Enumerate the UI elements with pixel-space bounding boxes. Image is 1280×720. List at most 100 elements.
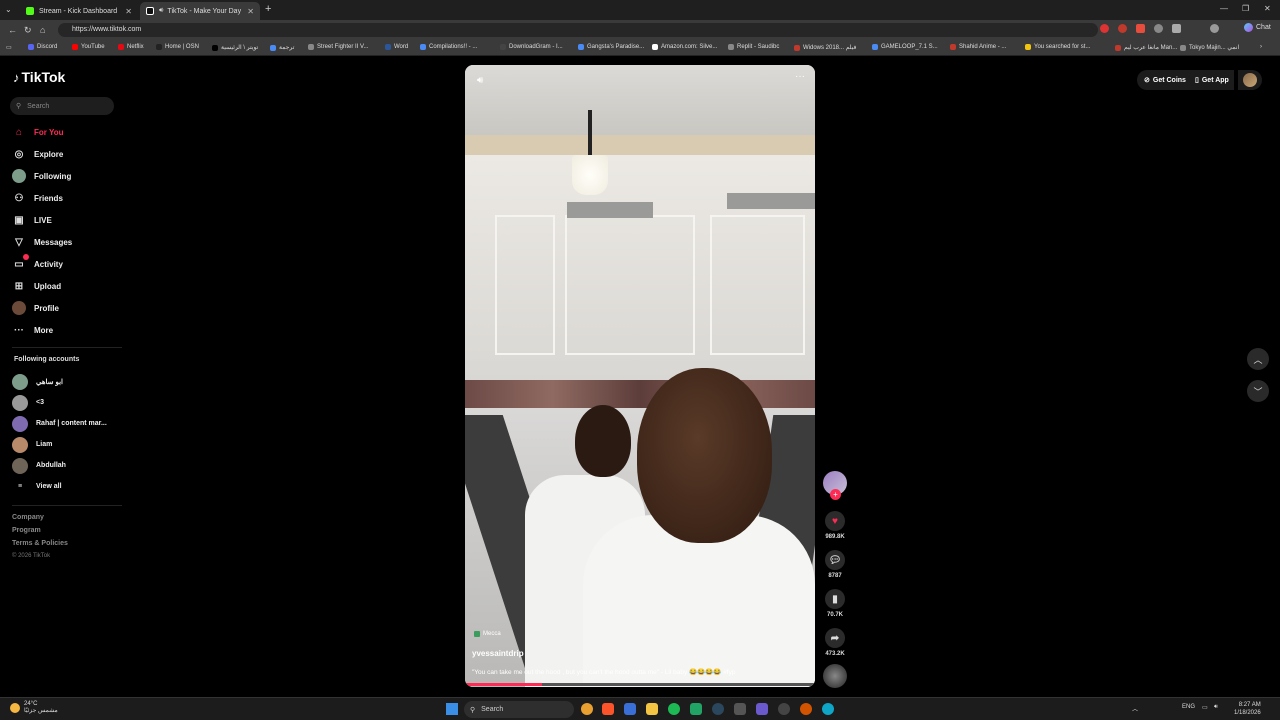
tiktok-logo[interactable]: ♪ TikTok [13, 69, 65, 85]
sidebar-item-profile[interactable]: Profile [12, 297, 112, 319]
sidebar-item-messages[interactable]: ▽ Messages [12, 231, 112, 253]
following-account[interactable]: Rahaf | content mar... [12, 413, 107, 434]
bookmark-item[interactable]: Gangsta's Paradise... [578, 44, 644, 50]
network-icon[interactable]: ▭ [1202, 704, 1208, 711]
location-tag[interactable]: Mecca [474, 631, 501, 637]
following-account[interactable]: Liam [12, 434, 107, 455]
close-window-icon[interactable]: ✕ [1264, 4, 1271, 13]
tab-close-icon[interactable]: ✕ [247, 7, 254, 16]
spotify-icon[interactable] [668, 703, 680, 715]
app-icon[interactable] [624, 703, 636, 715]
app-icon[interactable] [756, 703, 768, 715]
sidebar-item-for-you[interactable]: ⌂ For You [12, 121, 112, 143]
video-author[interactable]: yvessaintdrip [472, 649, 524, 658]
bookmark-item[interactable]: Tokyo Majin... انمي [1180, 44, 1239, 51]
extension-icon[interactable] [1100, 24, 1109, 33]
tab-tiktok[interactable]: 🔊︎ TikTok - Make Your Day ✕ [140, 2, 260, 20]
more-options-icon[interactable]: ··· [795, 71, 805, 82]
volume-icon[interactable]: 🔊︎ [1214, 704, 1218, 711]
share-button[interactable]: ➦ 473.2K [822, 628, 848, 657]
minimize-icon[interactable]: — [1220, 4, 1228, 13]
bookmark-item[interactable]: Replit - Saudibc [728, 44, 779, 50]
weather-widget[interactable]: 24°C مشمس جزئيًا [10, 701, 58, 714]
get-app-button[interactable]: ▯ Get App [1190, 70, 1234, 90]
chat-button[interactable]: Chat [1244, 23, 1271, 32]
bookmark-item[interactable]: مانغا عرب ليم Man... [1115, 44, 1177, 51]
footer-terms-link[interactable]: Terms & Policies [12, 540, 68, 553]
restore-icon[interactable]: ❐ [1242, 4, 1249, 13]
following-account[interactable]: ابو ساهي [12, 371, 107, 392]
new-tab-plus-icon[interactable]: + [265, 3, 271, 15]
windows-start-icon[interactable] [446, 703, 458, 715]
tab-audio-icon[interactable]: 🔊︎ [159, 7, 163, 15]
footer-program-link[interactable]: Program [12, 527, 68, 540]
user-avatar[interactable] [1238, 70, 1262, 90]
bookmark-item[interactable]: Compilations!! - ... [420, 44, 477, 50]
app-icon[interactable] [778, 703, 790, 715]
chrome-icon[interactable] [581, 703, 593, 715]
sidebar-item-upload[interactable]: ⊞ Upload [12, 275, 112, 297]
excel-icon[interactable] [690, 703, 702, 715]
following-account[interactable]: Abdullah [12, 455, 107, 476]
search-input[interactable]: ⚲ Search [10, 97, 114, 115]
apps-grid-icon[interactable]: ▭ [6, 44, 12, 51]
bookmark-item[interactable]: You searched for st... [1025, 44, 1090, 50]
save-button[interactable]: ▮ 70.7K [822, 589, 848, 618]
bookmark-item[interactable]: GAMELOOP_7.1 S... [872, 44, 938, 50]
bookmark-item[interactable]: YouTube [72, 44, 105, 50]
app-icon[interactable] [800, 703, 812, 715]
steam-icon[interactable] [712, 703, 724, 715]
profile-avatar-icon[interactable] [1210, 24, 1219, 33]
sidebar-item-friends[interactable]: ⚇ Friends [12, 187, 112, 209]
extension-icon[interactable] [1136, 24, 1145, 33]
home-icon[interactable]: ⌂ [40, 25, 45, 35]
reload-icon[interactable]: ↻ [24, 25, 32, 36]
view-all-button[interactable]: ≡ View all [12, 476, 107, 497]
extension-icon[interactable] [1118, 24, 1127, 33]
bookmark-item[interactable]: Street Fighter II V... [308, 44, 368, 50]
bookmark-item[interactable]: Shahid Anime - ... [950, 44, 1006, 50]
get-coins-button[interactable]: ⊘ Get Coins [1137, 70, 1193, 90]
extension-icon[interactable] [1172, 24, 1181, 33]
app-icon[interactable] [734, 703, 746, 715]
bookmarks-overflow-icon[interactable]: › [1260, 44, 1262, 50]
following-account[interactable]: <3 [12, 392, 107, 413]
sidebar-item-more[interactable]: ··· More [12, 319, 112, 341]
next-video-button[interactable]: ﹀ [1247, 380, 1269, 402]
sidebar-item-explore[interactable]: ◎ Explore [12, 143, 112, 165]
previous-video-button[interactable]: ︿ [1247, 348, 1269, 370]
volume-icon[interactable]: 🔊︎ [477, 75, 483, 86]
bookmark-item[interactable]: Home | OSN [156, 44, 199, 50]
bookmark-item[interactable]: تويتر \ الرئيسية [212, 44, 258, 51]
bookmark-item[interactable]: Discord [28, 44, 57, 50]
comment-button[interactable]: 💬︎ 8787 [822, 550, 848, 579]
tab-kick-dashboard[interactable]: Stream - Kick Dashboard ✕ [20, 2, 138, 20]
video-progress-bar[interactable] [465, 683, 815, 686]
bookmark-item[interactable]: Amazon.com: Silve... [652, 44, 717, 50]
edge-icon[interactable] [822, 703, 834, 715]
url-field[interactable]: https://www.tiktok.com [58, 23, 1098, 37]
sidebar-item-activity[interactable]: ▭ Activity [12, 253, 112, 275]
tray-chevron-icon[interactable]: ︿ [1132, 704, 1138, 713]
taskbar-search[interactable]: ⚲ Search [464, 701, 574, 718]
brave-icon[interactable] [602, 703, 614, 715]
tab-list-chevron-icon[interactable]: ⌄ [5, 5, 12, 14]
tab-close-icon[interactable]: ✕ [125, 7, 132, 16]
like-button[interactable]: ♥ 989.8K [822, 511, 848, 540]
extension-icon[interactable] [1154, 24, 1163, 33]
bookmark-item[interactable]: DownloadGram - I... [500, 44, 563, 50]
follow-plus-icon[interactable]: + [830, 489, 841, 500]
music-disc-icon[interactable] [823, 664, 847, 688]
bookmark-item[interactable]: Netflix [118, 44, 144, 50]
sidebar-item-live[interactable]: ▣ LIVE [12, 209, 112, 231]
video-player[interactable]: 🔊︎ ··· Mecca yvessaintdrip "You can take… [465, 65, 815, 687]
bookmark-item[interactable]: Widows 2018... فيلم [794, 44, 856, 51]
taskbar-clock[interactable]: 8:27 AM 1/18/2026 [1234, 701, 1261, 717]
bookmark-item[interactable]: Word [385, 44, 408, 50]
back-arrow-icon[interactable]: ← [8, 25, 17, 35]
sidebar-item-following[interactable]: Following [12, 165, 112, 187]
bookmark-item[interactable]: ترجمة [270, 44, 294, 51]
file-explorer-icon[interactable] [646, 703, 658, 715]
footer-company-link[interactable]: Company [12, 514, 68, 527]
lang-indicator[interactable]: ENG [1182, 704, 1195, 710]
